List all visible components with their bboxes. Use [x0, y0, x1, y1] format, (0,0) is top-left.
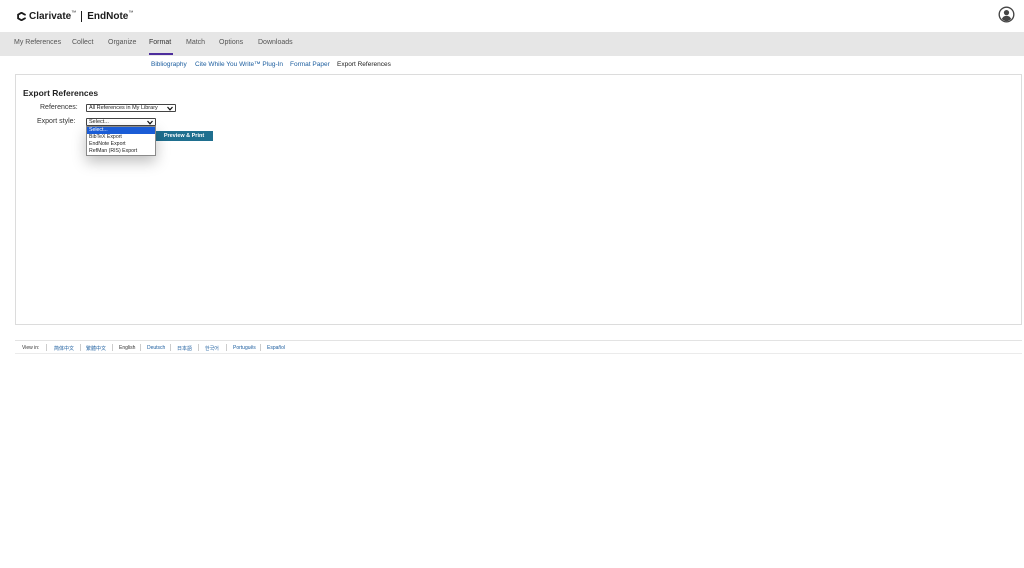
lang-deutsch[interactable]: Deutsch [147, 345, 165, 351]
export-style-option-bibtex[interactable]: BibTeX Export [87, 134, 155, 141]
trademark-mark: ™ [71, 10, 77, 16]
references-select-value: All References in My Library [89, 105, 158, 111]
nav-options[interactable]: Options [219, 39, 243, 46]
export-style-select[interactable]: Select... [86, 118, 156, 126]
chevron-down-icon [147, 120, 153, 125]
lang-spanish[interactable]: Español [267, 345, 285, 351]
main-nav: My References Collect Organize Format Ma… [0, 32, 1024, 56]
nav-downloads[interactable]: Downloads [258, 39, 293, 46]
trademark-mark: ™ [128, 10, 134, 16]
nav-active-indicator [149, 53, 173, 55]
footer-language-bar [15, 340, 1022, 354]
export-style-option-refman-ris[interactable]: RefMan (RIS) Export [87, 148, 155, 155]
nav-match[interactable]: Match [186, 39, 205, 46]
nav-collect[interactable]: Collect [72, 39, 93, 46]
preview-print-button[interactable]: Preview & Print [155, 131, 213, 141]
footer-divider [226, 344, 227, 351]
export-style-dropdown: Select... BibTeX Export EndNote Export R… [86, 126, 156, 156]
footer-divider [198, 344, 199, 351]
footer-divider [140, 344, 141, 351]
lang-portuguese[interactable]: Português [233, 345, 256, 351]
user-account-icon[interactable] [998, 6, 1015, 23]
export-style-option-select[interactable]: Select... [87, 127, 155, 134]
clarivate-endnote-logo[interactable]: Clarivate ™ EndNote ™ [17, 9, 133, 23]
nav-format[interactable]: Format [149, 39, 171, 46]
subnav-export-references: Export References [337, 61, 391, 68]
footer-divider [112, 344, 113, 351]
export-style-select-value: Select... [89, 119, 109, 125]
brand-endnote: EndNote [87, 10, 129, 22]
references-select[interactable]: All References in My Library [86, 104, 176, 112]
references-label: References: [40, 104, 78, 111]
lang-japanese[interactable]: 日本語 [177, 345, 192, 352]
export-style-label: Export style: [37, 118, 76, 125]
footer-divider [80, 344, 81, 351]
brand-clarivate: Clarivate [29, 10, 72, 22]
nav-my-references[interactable]: My References [14, 39, 61, 46]
footer-divider [260, 344, 261, 351]
subnav-cite-while-you-write[interactable]: Cite While You Write™ Plug-In [195, 61, 283, 68]
brand-divider [81, 10, 83, 22]
top-header: Clarivate ™ EndNote ™ [0, 0, 1024, 32]
lang-traditional-chinese[interactable]: 繁體中文 [86, 345, 106, 352]
lang-korean[interactable]: 한국어 [205, 345, 219, 352]
lang-simplified-chinese[interactable]: 简体中文 [54, 345, 74, 352]
lang-english: English [119, 345, 136, 351]
footer-divider [170, 344, 171, 351]
subnav-bibliography[interactable]: Bibliography [151, 61, 187, 68]
clarivate-logo-mark-icon [17, 11, 26, 21]
export-style-option-endnote[interactable]: EndNote Export [87, 141, 155, 148]
footer-divider [46, 344, 47, 351]
chevron-down-icon [167, 106, 173, 111]
page-title: Export References [23, 88, 99, 98]
subnav-format-paper[interactable]: Format Paper [290, 61, 330, 68]
view-in-label: View in: [22, 345, 40, 351]
nav-organize[interactable]: Organize [108, 39, 136, 46]
